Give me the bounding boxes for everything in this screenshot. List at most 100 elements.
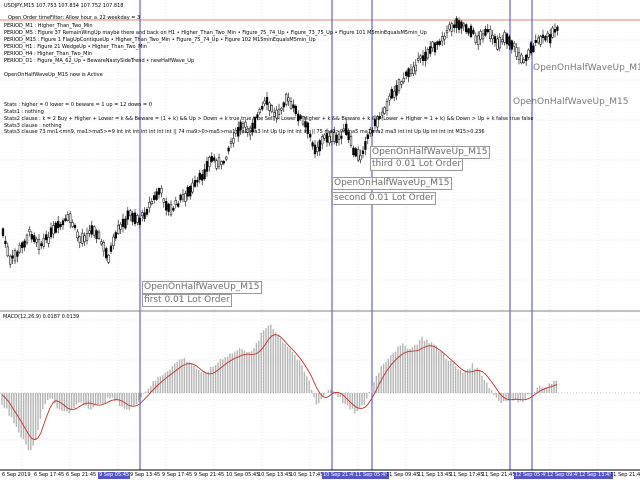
macd-bar	[46, 393, 49, 401]
candle-body	[148, 202, 151, 208]
candle-body	[321, 136, 324, 145]
macd-indicator-label: MACD(12,26,9) 0.0187 0.0139	[3, 314, 80, 320]
macd-bar	[243, 350, 246, 393]
macd-bar	[495, 393, 498, 398]
macd-bar	[130, 393, 133, 406]
time-axis-tick: 6 Sep 17:45	[34, 472, 65, 478]
candle-body	[88, 230, 91, 234]
macd-bar	[493, 393, 495, 395]
candle-body	[460, 21, 463, 29]
candle-body	[179, 194, 182, 201]
candle-body	[501, 39, 504, 43]
candle-body	[105, 248, 108, 259]
candle-body	[407, 68, 410, 78]
period-m5: PERIOD_M5 : Figure 37 RemainWingUp maybe…	[4, 30, 427, 36]
candle-body	[59, 223, 62, 227]
candle-body	[390, 89, 393, 99]
candle-body	[129, 210, 132, 216]
macd-bar	[212, 366, 214, 393]
candle-body	[47, 237, 50, 244]
macd-bar	[99, 393, 102, 404]
macd-bar	[522, 393, 524, 402]
macd-bar	[284, 343, 286, 393]
time-axis-tick: 11 Sep 17:45	[450, 472, 484, 478]
candle-body	[117, 224, 120, 234]
macd-bar	[190, 363, 193, 393]
macd-bar	[433, 344, 435, 393]
macd-bar	[421, 336, 423, 393]
candle-body	[539, 36, 542, 45]
macd-bar	[32, 393, 34, 446]
macd-bar	[104, 393, 106, 404]
candle-body	[16, 251, 19, 257]
candle-body	[294, 105, 297, 114]
macd-bar	[394, 351, 397, 393]
stats-line: Stats : higher = 0 lower = 0 beware = 1 …	[4, 102, 152, 108]
candle-body	[191, 182, 194, 193]
macd-bar	[234, 351, 236, 393]
candle-body	[268, 102, 271, 111]
candle-body	[417, 57, 420, 61]
time-axis-tick: 9 Sep 17:45	[162, 472, 193, 478]
candle-body	[13, 250, 17, 262]
macd-bar	[3, 393, 6, 408]
candle-body	[205, 160, 209, 172]
first-order-name: OpenOnHalfWaveUp_M15	[142, 281, 262, 294]
macd-bar	[481, 375, 483, 393]
macd-bar	[445, 358, 447, 393]
candle-body	[64, 218, 67, 221]
candle-body	[6, 246, 9, 257]
macd-bar	[164, 372, 166, 393]
candle-body	[349, 136, 353, 146]
macd-bar	[63, 393, 66, 412]
candle-body	[402, 77, 405, 83]
candle-body	[95, 230, 98, 239]
candle-body	[138, 217, 141, 225]
macd-bar	[186, 361, 188, 393]
candle-body	[313, 144, 317, 155]
candle-body	[42, 237, 45, 247]
macd-bar	[555, 380, 558, 393]
candle-body	[491, 34, 494, 40]
candle-body	[9, 255, 12, 265]
candle-body	[220, 161, 223, 165]
candle-body	[522, 59, 525, 63]
macd-bar	[166, 371, 169, 393]
macd-bar	[553, 380, 555, 393]
candle-body	[359, 155, 362, 161]
candle-body	[244, 122, 247, 128]
candle-body	[71, 222, 74, 228]
candle-body	[184, 193, 187, 202]
candle-body	[289, 101, 293, 109]
candle-body	[544, 36, 547, 41]
macd-bar	[478, 370, 481, 393]
candle-body	[429, 46, 432, 54]
macd-bar	[42, 393, 44, 410]
candle-body	[145, 209, 149, 215]
period-h1: PERIOD_H1 : Figure 21 WedgeUp • Higher_T…	[4, 44, 147, 50]
macd-bar	[229, 353, 231, 393]
candle-body	[133, 212, 137, 224]
macd-bar	[169, 369, 171, 393]
macd-bar	[406, 348, 409, 393]
macd-bar	[279, 338, 282, 393]
macd-bar	[49, 393, 51, 399]
candle-body	[169, 204, 173, 216]
candle-body	[484, 28, 487, 36]
candle-body	[52, 225, 55, 235]
macd-bar	[447, 360, 450, 393]
candle-body	[241, 123, 245, 129]
macd-bar	[363, 393, 366, 405]
candle-body	[553, 28, 557, 33]
macd-bar	[409, 348, 411, 393]
macd-bar	[241, 349, 243, 393]
candle-body	[201, 174, 204, 181]
candle-body	[517, 52, 521, 61]
candle-body	[277, 108, 281, 115]
macd-bar	[80, 393, 82, 403]
macd-bar	[73, 393, 75, 409]
candle-body	[66, 214, 69, 221]
macd-bar	[138, 393, 140, 402]
macd-bar	[8, 393, 10, 416]
candle-body	[18, 244, 21, 253]
